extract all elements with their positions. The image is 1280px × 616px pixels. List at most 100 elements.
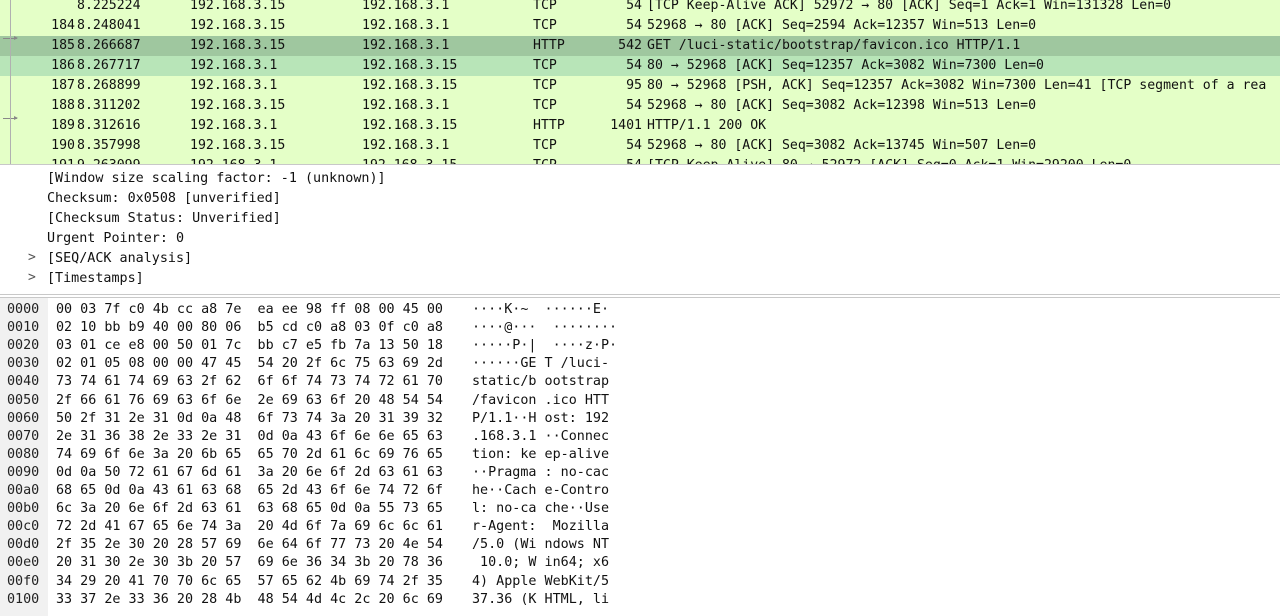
ascii-bytes[interactable]: 10.0; W in64; x6: [472, 555, 609, 570]
hex-dump-row[interactable]: 00f0 34 29 20 41 70 70 6c 65 57 65 62 4b …: [0, 572, 1280, 590]
hex-bytes[interactable]: 00 03 7f c0 4b cc a8 7e ea ee 98 ff 08 0…: [56, 302, 443, 317]
hex-bytes[interactable]: 20 31 30 2e 30 3b 20 57 69 6e 36 34 3b 2…: [56, 555, 443, 570]
ascii-bytes[interactable]: r-Agent: Mozilla: [472, 519, 609, 534]
packet-protocol: TCP: [533, 98, 557, 113]
hex-dump-row[interactable]: 0030 02 01 05 08 00 00 47 45 54 20 2f 6c …: [0, 354, 1280, 372]
packet-time: 8.267717: [77, 58, 141, 73]
packet-length: 54: [626, 0, 642, 13]
packet-info: 52968 → 80 [ACK] Seq=3082 Ack=12398 Win=…: [647, 98, 1037, 113]
ascii-bytes[interactable]: .168.3.1 ··Connec: [472, 429, 609, 444]
packet-source: 192.168.3.1: [190, 58, 278, 73]
byte-offset: 0100: [7, 591, 40, 607]
packet-info: [TCP Keep-Alive ACK] 52972 → 80 [ACK] Se…: [647, 0, 1172, 13]
hex-bytes[interactable]: 02 10 bb b9 40 00 80 06 b5 cd c0 a8 03 0…: [56, 320, 443, 335]
packet-number: 189: [51, 118, 75, 133]
packet-number: 187: [51, 78, 75, 93]
packet-row[interactable]: 187 8.268899 192.168.3.1 192.168.3.15 TCP 95 8…: [0, 76, 1280, 96]
hex-dump-row[interactable]: 0000 00 03 7f c0 4b cc a8 7e ea ee 98 ff …: [0, 300, 1280, 318]
hex-dump-row[interactable]: 0060 50 2f 31 2e 31 0d 0a 48 6f 73 74 3a …: [0, 409, 1280, 427]
hex-dump-row[interactable]: 00d0 2f 35 2e 30 20 28 57 69 6e 64 6f 77 …: [0, 535, 1280, 553]
hex-bytes[interactable]: 0d 0a 50 72 61 67 6d 61 3a 20 6e 6f 2d 6…: [56, 465, 443, 480]
packet-number: 185: [51, 38, 75, 53]
ascii-bytes[interactable]: tion: ke ep-alive: [472, 447, 609, 462]
packet-row[interactable]: 184 8.248041 192.168.3.15 192.168.3.1 TCP 54 5…: [0, 16, 1280, 36]
hex-bytes[interactable]: 2e 31 36 38 2e 33 2e 31 0d 0a 43 6f 6e 6…: [56, 429, 443, 444]
packet-source: 192.168.3.15: [190, 98, 286, 113]
packet-time: 8.311202: [77, 98, 141, 113]
ascii-bytes[interactable]: ··Pragma : no-cac: [472, 465, 609, 480]
packet-row[interactable]: 8.225224 192.168.3.15 192.168.3.1 TCP 54 [TCP…: [0, 0, 1280, 16]
hex-bytes[interactable]: 33 37 2e 33 36 20 28 4b 48 54 4d 4c 2c 2…: [56, 592, 443, 607]
hex-dump-row[interactable]: 0100 33 37 2e 33 36 20 28 4b 48 54 4d 4c …: [0, 590, 1280, 608]
expand-chevron-icon[interactable]: >: [28, 270, 36, 285]
packet-details[interactable]: [Window size scaling factor: -1 (unknown…: [0, 168, 1280, 292]
hex-bytes[interactable]: 68 65 0d 0a 43 61 63 68 65 2d 43 6f 6e 7…: [56, 483, 443, 498]
hex-dump-row[interactable]: 0020 03 01 ce e8 00 50 01 7c bb c7 e5 fb …: [0, 336, 1280, 354]
packet-protocol: TCP: [533, 58, 557, 73]
ascii-bytes[interactable]: l: no-ca che··Use: [472, 501, 609, 516]
hex-dump-row[interactable]: 00b0 6c 3a 20 6e 6f 2d 63 61 63 68 65 0d …: [0, 499, 1280, 517]
detail-tree-item[interactable]: [Checksum Status: Unverified]: [0, 209, 1280, 229]
hex-dump-row[interactable]: 0040 73 74 61 74 69 63 2f 62 6f 6f 74 73 …: [0, 372, 1280, 390]
hex-bytes[interactable]: 6c 3a 20 6e 6f 2d 63 61 63 68 65 0d 0a 5…: [56, 501, 443, 516]
hex-bytes[interactable]: 74 69 6f 6e 3a 20 6b 65 65 70 2d 61 6c 6…: [56, 447, 443, 462]
hex-dump-row[interactable]: 00a0 68 65 0d 0a 43 61 63 68 65 2d 43 6f …: [0, 481, 1280, 499]
packet-destination: 192.168.3.15: [362, 78, 458, 93]
hex-dump-row[interactable]: 0050 2f 66 61 76 69 63 6f 6e 2e 69 63 6f …: [0, 391, 1280, 409]
hex-bytes[interactable]: 73 74 61 74 69 63 2f 62 6f 6f 74 73 74 7…: [56, 374, 443, 389]
packet-row[interactable]: 185 8.266687 192.168.3.15 192.168.3.1 HTTP 54…: [0, 36, 1280, 56]
packet-protocol: TCP: [533, 138, 557, 153]
hex-dump-row[interactable]: 0070 2e 31 36 38 2e 33 2e 31 0d 0a 43 6f …: [0, 427, 1280, 445]
detail-tree-item[interactable]: [Window size scaling factor: -1 (unknown…: [0, 169, 1280, 189]
packet-length: 54: [626, 98, 642, 113]
ascii-bytes[interactable]: ····@··· ········: [472, 320, 617, 335]
hex-dump-row[interactable]: 00e0 20 31 30 2e 30 3b 20 57 69 6e 36 34 …: [0, 553, 1280, 571]
packet-length: 54: [626, 138, 642, 153]
ascii-bytes[interactable]: 37.36 (K HTML, li: [472, 592, 609, 607]
byte-offset: 00d0: [7, 537, 40, 553]
hex-bytes[interactable]: 2f 66 61 76 69 63 6f 6e 2e 69 63 6f 20 4…: [56, 393, 443, 408]
ascii-bytes[interactable]: P/1.1··H ost: 192: [472, 411, 609, 426]
ascii-bytes[interactable]: /5.0 (Wi ndows NT: [472, 537, 609, 552]
packet-bytes[interactable]: 0000 00 03 7f c0 4b cc a8 7e ea ee 98 ff …: [0, 298, 1280, 616]
packet-row[interactable]: 188 8.311202 192.168.3.15 192.168.3.1 TCP 54 5…: [0, 96, 1280, 116]
packet-list[interactable]: 8.225224 192.168.3.15 192.168.3.1 TCP 54 [TCP…: [0, 0, 1280, 164]
hex-bytes[interactable]: 72 2d 41 67 65 6e 74 3a 20 4d 6f 7a 69 6…: [56, 519, 443, 534]
hex-bytes[interactable]: 2f 35 2e 30 20 28 57 69 6e 64 6f 77 73 2…: [56, 537, 443, 552]
detail-tree-item[interactable]: Checksum: 0x0508 [unverified]: [0, 189, 1280, 209]
detail-tree-item[interactable]: Urgent Pointer: 0: [0, 229, 1280, 249]
packet-row[interactable]: 190 8.357998 192.168.3.15 192.168.3.1 TCP 54 5…: [0, 136, 1280, 156]
packet-destination: 192.168.3.1: [362, 0, 450, 13]
hex-bytes[interactable]: 50 2f 31 2e 31 0d 0a 48 6f 73 74 3a 20 3…: [56, 411, 443, 426]
hex-bytes[interactable]: 02 01 05 08 00 00 47 45 54 20 2f 6c 75 6…: [56, 356, 443, 371]
packet-length: 542: [618, 38, 642, 53]
ascii-bytes[interactable]: static/b ootstrap: [472, 374, 609, 389]
ascii-bytes[interactable]: 4) Apple WebKit/5: [472, 574, 609, 589]
packet-info: 52968 → 80 [ACK] Seq=3082 Ack=13745 Win=…: [647, 138, 1037, 153]
packet-number: 190: [51, 138, 75, 153]
hex-dump-row[interactable]: 00c0 72 2d 41 67 65 6e 74 3a 20 4d 6f 7a …: [0, 517, 1280, 535]
ascii-bytes[interactable]: he··Cach e-Contro: [472, 483, 609, 498]
ascii-bytes[interactable]: ····K·~ ······E·: [472, 302, 609, 317]
hex-dump-row[interactable]: 0010 02 10 bb b9 40 00 80 06 b5 cd c0 a8 …: [0, 318, 1280, 336]
byte-offset: 0070: [7, 428, 40, 444]
hex-dump-row[interactable]: 0080 74 69 6f 6e 3a 20 6b 65 65 70 2d 61 …: [0, 445, 1280, 463]
hex-bytes[interactable]: 03 01 ce e8 00 50 01 7c bb c7 e5 fb 7a 1…: [56, 338, 443, 353]
packet-protocol: HTTP: [533, 38, 565, 53]
byte-offset: 00f0: [7, 573, 40, 589]
ascii-bytes[interactable]: /favicon .ico HTT: [472, 393, 609, 408]
packet-row[interactable]: 186 8.267717 192.168.3.1 192.168.3.15 TCP 54 8…: [0, 56, 1280, 76]
detail-tree-item[interactable]: > [SEQ/ACK analysis]: [0, 249, 1280, 269]
detail-tree-item[interactable]: > [Timestamps]: [0, 269, 1280, 289]
byte-offset: 0000: [7, 302, 40, 317]
ascii-bytes[interactable]: ·····P·| ····z·P·: [472, 338, 617, 353]
detail-item-label: [Window size scaling factor: -1 (unknown…: [47, 171, 386, 186]
expand-chevron-icon[interactable]: >: [28, 250, 36, 265]
hex-bytes[interactable]: 34 29 20 41 70 70 6c 65 57 65 62 4b 69 7…: [56, 574, 443, 589]
byte-offset: 00c0: [7, 519, 40, 535]
packet-row[interactable]: 1919.263099192.168.3.1192.168.3.15TCP54[…: [0, 156, 1280, 164]
packet-row[interactable]: 189 8.312616 192.168.3.1 192.168.3.15 HTTP 14…: [0, 116, 1280, 136]
hex-dump-row[interactable]: 0090 0d 0a 50 72 61 67 6d 61 3a 20 6e 6f …: [0, 463, 1280, 481]
ascii-bytes[interactable]: ······GE T /luci-: [472, 356, 609, 371]
packet-destination: 192.168.3.1: [362, 98, 450, 113]
